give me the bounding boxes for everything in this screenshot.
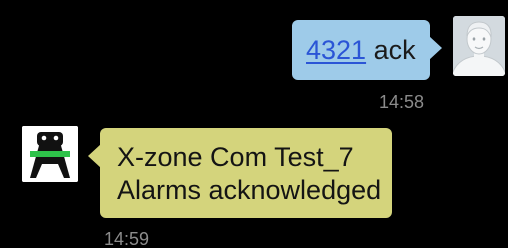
message-thread: 4321 ack 14:58 X-zone Com Test_7 Alarms … xyxy=(0,0,508,248)
incoming-message-bubble[interactable]: X-zone Com Test_7 Alarms acknowledged xyxy=(88,128,392,218)
outgoing-message-time: 14:58 xyxy=(378,92,424,112)
message-number-link[interactable]: 4321 xyxy=(306,35,366,65)
incoming-message-time: 14:59 xyxy=(104,229,150,248)
outgoing-message-bubble[interactable]: 4321 ack xyxy=(292,20,442,80)
x-zone-alarm-logo-icon[interactable] xyxy=(22,126,78,182)
outgoing-message-text: ack xyxy=(366,35,416,65)
default-person-avatar-icon[interactable] xyxy=(453,16,505,76)
incoming-message-line-1: X-zone Com Test_7 xyxy=(117,142,354,172)
incoming-message-line-2: Alarms acknowledged xyxy=(117,175,382,205)
